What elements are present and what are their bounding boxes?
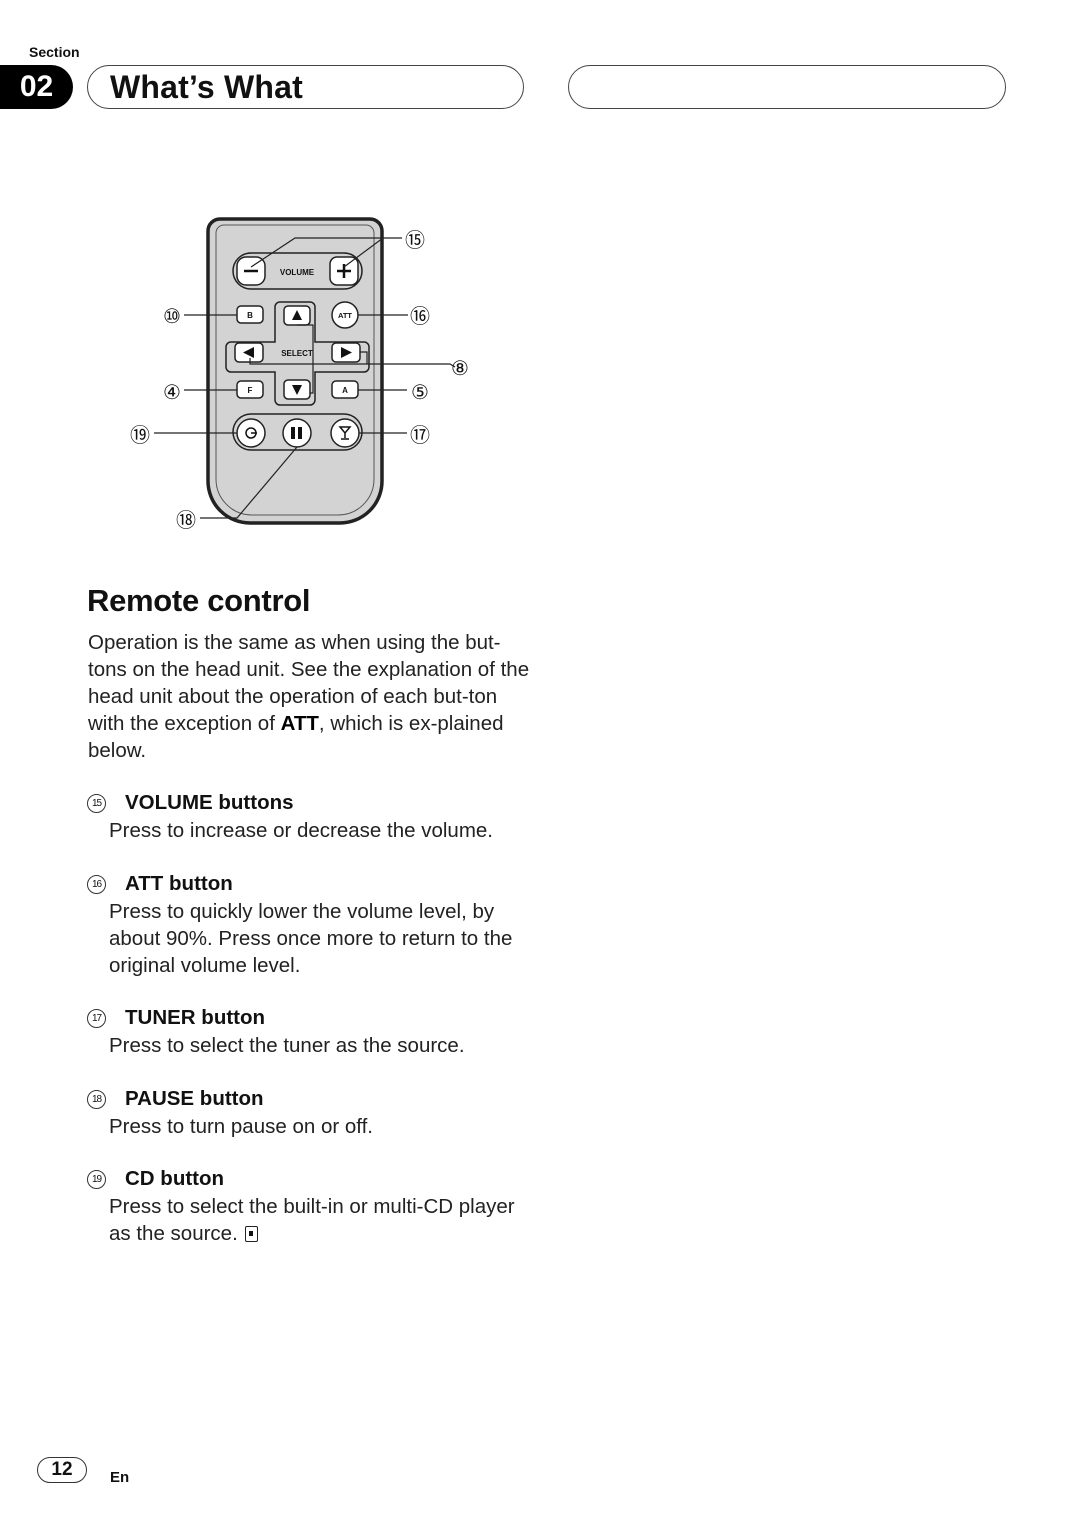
item-description: Press to select the tuner as the source. (109, 1034, 465, 1057)
callout-19: ⑲ (130, 424, 150, 447)
page-number: 12 (37, 1457, 87, 1483)
item-title: ATT button (125, 872, 233, 895)
item-tuner-button: 17 TUNER button Press to select the tuner… (87, 1004, 537, 1059)
item-description: Press to increase or decrease the volume… (109, 819, 493, 842)
item-description: Press to quickly lower the volume level,… (109, 900, 513, 977)
item-number-circle: 16 (87, 874, 106, 894)
item-description: Press to turn pause on or off. (109, 1115, 373, 1138)
callout-17: ⑰ (410, 424, 430, 447)
item-number-circle: 18 (87, 1089, 106, 1109)
chapter-title: What’s What (110, 68, 303, 105)
item-cd-button: 19 CD button Press to select the built-in… (87, 1165, 537, 1247)
select-label: SELECT (281, 349, 313, 358)
svg-text:A: A (342, 386, 348, 395)
callout-18: ⑱ (176, 509, 196, 532)
item-pause-button: 18 PAUSE button Press to turn pause on or… (87, 1085, 537, 1140)
callout-15: ⑮ (405, 229, 425, 252)
intro-paragraph: Operation is the same as when using the … (88, 631, 530, 762)
empty-title-pill (568, 65, 1006, 109)
item-title: PAUSE button (125, 1087, 264, 1110)
item-title: TUNER button (125, 1006, 266, 1029)
chapter-title-pill: What’s What (87, 65, 524, 109)
item-title: CD button (125, 1167, 225, 1190)
svg-text:B: B (247, 311, 253, 320)
item-number-circle: 19 (87, 1169, 106, 1189)
item-number-circle: 17 (87, 1008, 106, 1028)
att-emphasis: ATT (280, 712, 319, 735)
pause-button (282, 418, 312, 448)
section-label: Section (29, 44, 80, 60)
svg-text:ATT: ATT (338, 311, 352, 320)
item-number-circle: 15 (87, 793, 106, 813)
svg-text:F: F (248, 386, 253, 395)
callout-10: ⑩ (163, 306, 181, 328)
callout-5: ⑤ (411, 382, 429, 404)
callout-8: ⑧ (451, 358, 469, 380)
item-volume-buttons: 15 VOLUME buttons Press to increase or de… (87, 789, 537, 844)
item-title: VOLUME buttons (125, 791, 294, 814)
section-heading: Remote control (87, 583, 311, 618)
item-description: Press to select the built-in or multi-CD… (109, 1195, 515, 1245)
volume-label: VOLUME (280, 268, 315, 277)
item-att-button: 16 ATT button Press to quickly lower the … (87, 870, 537, 979)
remote-control-illustration: VOLUME SELECT B F A ATT ⑮ ⑩ ⑯ ⑧ ④ ⑤ ⑲ ⑰ … (130, 217, 469, 532)
language-code: En (110, 1469, 130, 1486)
section-number-badge: 02 (0, 65, 73, 109)
callout-4: ④ (163, 382, 181, 404)
callout-16: ⑯ (410, 305, 430, 328)
end-of-section-icon (245, 1226, 259, 1242)
